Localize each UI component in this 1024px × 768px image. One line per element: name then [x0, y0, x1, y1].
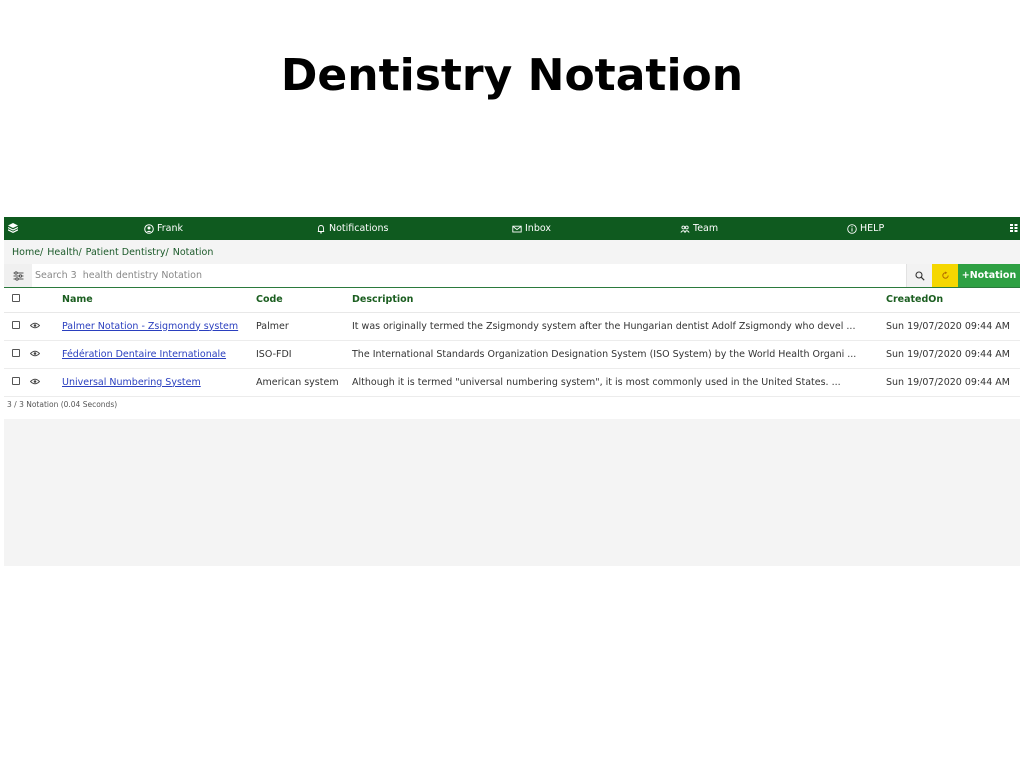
row-checkbox[interactable]	[12, 320, 20, 329]
row-created-on: Sun 19/07/2020 09:44 AM	[886, 368, 1020, 397]
column-header-code[interactable]: Code	[256, 288, 352, 313]
top-nav-bar: Frank Notifications Inbox Team HELP	[4, 217, 1020, 240]
row-code: Palmer	[256, 312, 352, 341]
layers-icon[interactable]	[8, 223, 18, 233]
search-icon	[914, 270, 925, 281]
envelope-icon	[512, 225, 522, 232]
row-checkbox[interactable]	[12, 376, 20, 385]
row-code: ISO-FDI	[256, 340, 352, 369]
nav-item-label: Inbox	[525, 223, 551, 234]
table-row: Fédération Dentaire Internationale ISO-F…	[4, 340, 1020, 369]
filter-button[interactable]	[4, 264, 32, 287]
team-icon	[680, 225, 690, 233]
table-row: Palmer Notation - Zsigmondy system Palme…	[4, 312, 1020, 341]
row-code: American system	[256, 368, 352, 397]
breadcrumb-item-home[interactable]: Home/	[12, 247, 43, 258]
nav-item-label: Team	[693, 223, 719, 234]
row-created-on: Sun 19/07/2020 09:44 AM	[886, 312, 1020, 341]
nav-item-team[interactable]: Team	[680, 217, 718, 240]
eye-icon[interactable]	[29, 378, 41, 385]
user-icon	[144, 223, 154, 234]
row-name-link[interactable]: Palmer Notation - Zsigmondy system	[62, 321, 238, 332]
row-description: Although it is termed "universal numberi…	[352, 368, 886, 397]
table-row: Universal Numbering System American syst…	[4, 368, 1020, 397]
breadcrumb: Home/ Health/ Patient Dentistry/ Notatio…	[4, 240, 1020, 264]
sliders-icon	[13, 270, 23, 281]
refresh-button[interactable]	[932, 264, 958, 287]
row-description: It was originally termed the Zsigmondy s…	[352, 312, 886, 341]
column-header-description[interactable]: Description	[352, 288, 886, 313]
column-header-created-on[interactable]: CreatedOn	[886, 288, 1020, 313]
nav-item-label: Frank	[157, 223, 184, 234]
search-bar: +Notation	[4, 264, 1020, 288]
nav-item-help[interactable]: HELP	[847, 217, 884, 240]
search-input[interactable]	[32, 264, 906, 287]
refresh-icon	[941, 271, 949, 279]
page-title: Dentistry Notation	[280, 50, 744, 101]
row-description: The International Standards Organization…	[352, 340, 886, 369]
eye-icon[interactable]	[29, 322, 41, 329]
notation-table: Name Code Description CreatedOn Palmer N…	[4, 288, 1020, 397]
select-all-checkbox[interactable]	[12, 294, 20, 303]
column-header-name[interactable]: Name	[62, 288, 256, 313]
nav-item-notifications[interactable]: Notifications	[316, 217, 388, 240]
result-summary: 3 / 3 Notation (0.04 Seconds)	[4, 396, 1020, 419]
apps-grid-icon[interactable]	[1010, 223, 1018, 233]
row-name-link[interactable]: Universal Numbering System	[62, 377, 201, 388]
breadcrumb-item-notation: Notation	[172, 246, 214, 258]
nav-item-label: Notifications	[329, 223, 389, 234]
nav-item-user[interactable]: Frank	[144, 217, 183, 240]
nav-item-label: HELP	[860, 223, 885, 234]
row-checkbox[interactable]	[12, 348, 20, 357]
bell-icon	[317, 224, 325, 234]
nav-item-inbox[interactable]: Inbox	[512, 217, 551, 240]
row-name-link[interactable]: Fédération Dentaire Internationale	[62, 349, 226, 360]
breadcrumb-item-patient-dentistry[interactable]: Patient Dentistry/	[86, 247, 169, 258]
breadcrumb-item-health[interactable]: Health/	[47, 247, 81, 258]
add-notation-button[interactable]: +Notation	[958, 264, 1020, 287]
app-window: Frank Notifications Inbox Team HELP Home…	[4, 217, 1020, 566]
search-button[interactable]	[906, 264, 932, 287]
row-created-on: Sun 19/07/2020 09:44 AM	[886, 340, 1020, 369]
info-icon	[847, 223, 857, 234]
eye-icon[interactable]	[29, 350, 41, 357]
table-header-row: Name Code Description CreatedOn	[4, 288, 1020, 313]
